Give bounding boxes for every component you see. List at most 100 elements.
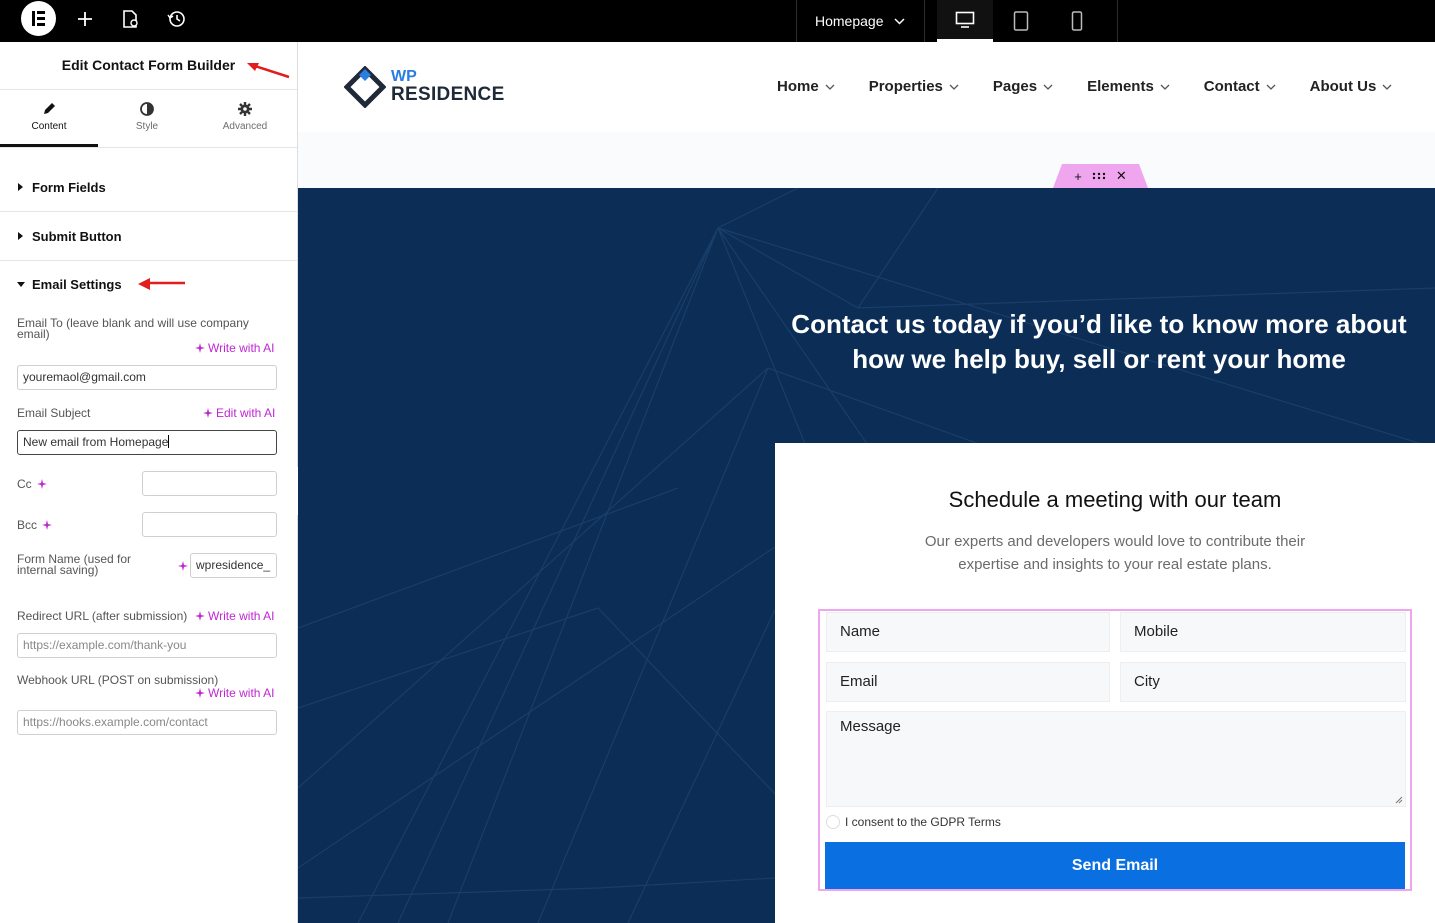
nav-item-properties[interactable]: Properties: [869, 78, 959, 95]
chevron-down-icon: [949, 84, 959, 90]
caret-right-icon: [18, 232, 23, 240]
card-subtitle: Our experts and developers would love to…: [924, 533, 1306, 573]
nav-item-contact[interactable]: Contact: [1204, 78, 1276, 95]
add-section-icon[interactable]: +: [1074, 169, 1082, 184]
tablet-icon[interactable]: [993, 0, 1049, 42]
half-circle-icon: [140, 102, 154, 116]
site-logo[interactable]: WP RESIDENCE: [344, 66, 504, 110]
tab-advanced[interactable]: Advanced: [196, 90, 294, 147]
close-icon[interactable]: ✕: [1116, 168, 1127, 184]
chevron-down-icon: [1043, 84, 1053, 90]
email-to-input[interactable]: youremaol@gmail.com: [17, 365, 277, 390]
bcc-label: Bcc: [17, 518, 38, 532]
sparkle-icon[interactable]: [178, 561, 188, 571]
chevron-down-icon: [1266, 84, 1276, 90]
email-subject-input[interactable]: New email from Homepage: [17, 430, 277, 455]
mobile-field[interactable]: Mobile: [1120, 612, 1406, 652]
sparkle-icon: [195, 343, 205, 353]
form-name-input[interactable]: wpresidence_: [190, 553, 277, 578]
gdpr-consent[interactable]: I consent to the GDPR Terms: [826, 815, 1001, 829]
section-email-settings-label: Email Settings: [32, 277, 122, 292]
hero-title: Contact us today if you’d like to know m…: [791, 309, 1407, 374]
tab-content[interactable]: Content: [0, 90, 98, 147]
nav-label: Pages: [992, 78, 1038, 95]
write-with-ai-label: Write with AI: [208, 341, 275, 355]
contact-form: Name Mobile Email City Message I consent…: [818, 609, 1412, 891]
nav-label: Elements: [1087, 78, 1154, 95]
email-subject-value: New email from Homepage: [23, 435, 169, 449]
form-name-label: Form Name (used for internal saving): [17, 552, 132, 577]
diamond-logo-icon: [344, 66, 386, 108]
history-icon[interactable]: [163, 7, 191, 31]
logo-text-bottom: RESIDENCE: [391, 84, 505, 105]
mobile-icon[interactable]: [1049, 0, 1105, 42]
message-placeholder: Message: [840, 718, 901, 735]
consent-label: I consent to the GDPR Terms: [845, 815, 1001, 829]
page-selector[interactable]: Homepage: [796, 0, 925, 42]
page-selector-label: Homepage: [815, 13, 884, 29]
section-form-fields-label: Form Fields: [32, 180, 106, 195]
sparkle-icon: [195, 688, 205, 698]
write-with-ai-link[interactable]: Write with AI: [195, 341, 274, 355]
editor-topbar: Homepage: [0, 0, 1435, 42]
spacer-section: [298, 132, 1435, 188]
page-settings-icon[interactable]: [116, 7, 144, 31]
tab-style[interactable]: Style: [98, 90, 196, 147]
consent-checkbox[interactable]: [826, 815, 840, 829]
email-field[interactable]: Email: [826, 662, 1110, 702]
section-form-fields[interactable]: Form Fields: [0, 163, 297, 212]
sparkle-icon: [195, 611, 205, 621]
device-switcher: [925, 0, 1118, 42]
nav-item-elements[interactable]: Elements: [1087, 78, 1170, 95]
redirect-url-input[interactable]: https://example.com/thank-you: [17, 633, 277, 658]
section-submit-button[interactable]: Submit Button: [0, 212, 297, 261]
cc-label-row: Cc: [17, 478, 47, 490]
nav-label: About Us: [1309, 78, 1377, 95]
tab-content-label: Content: [31, 121, 67, 132]
plus-icon[interactable]: [71, 7, 99, 31]
write-with-ai-label: Write with AI: [208, 609, 275, 623]
chevron-down-icon: [1160, 84, 1170, 90]
card-title: Schedule a meeting with our team: [948, 487, 1282, 512]
webhook-url-label: Webhook URL (POST on submission): [17, 673, 219, 687]
nav-item-home[interactable]: Home: [777, 78, 835, 95]
contact-card: Schedule a meeting with our team Our exp…: [775, 443, 1435, 923]
elementor-logo-icon[interactable]: [21, 1, 56, 36]
name-field[interactable]: Name: [826, 612, 1110, 652]
message-field[interactable]: Message: [826, 711, 1406, 807]
chevron-down-icon: [893, 17, 905, 25]
section-submit-button-label: Submit Button: [32, 229, 122, 244]
send-email-button[interactable]: Send Email: [825, 842, 1405, 889]
bcc-label-row: Bcc: [17, 518, 53, 532]
nav-item-about-us[interactable]: About Us: [1310, 78, 1393, 95]
redirect-url-label: Redirect URL (after submission): [17, 609, 188, 623]
webhook-url-input[interactable]: https://hooks.example.com/contact: [17, 710, 277, 735]
edit-with-ai-link[interactable]: Edit with AI: [203, 406, 275, 420]
pencil-icon: [44, 103, 55, 114]
site-header: WP RESIDENCE Home Properties Pages Eleme…: [298, 42, 1435, 132]
write-with-ai-link[interactable]: Write with AI: [195, 686, 274, 700]
nav-label: Properties: [868, 78, 943, 95]
bcc-input[interactable]: [142, 512, 277, 537]
nav-item-pages[interactable]: Pages: [993, 78, 1053, 95]
cc-label: Cc: [17, 477, 32, 491]
site-nav: Home Properties Pages Elements Contact A…: [777, 78, 1392, 95]
email-subject-label: Email Subject: [17, 406, 91, 420]
desktop-icon[interactable]: [937, 0, 993, 42]
sparkle-icon: [203, 408, 213, 418]
drag-handle-icon[interactable]: [1092, 172, 1106, 180]
cc-input[interactable]: [142, 471, 277, 496]
annotation-arrow: [138, 278, 185, 290]
annotation-arrow: [247, 63, 290, 79]
preview-canvas: WP RESIDENCE Home Properties Pages Eleme…: [298, 42, 1435, 923]
write-with-ai-link[interactable]: Write with AI: [195, 609, 274, 623]
resize-handle-icon[interactable]: [1395, 796, 1403, 804]
email-to-label: Email To (leave blank and will use compa…: [17, 316, 249, 341]
sparkle-icon[interactable]: [42, 520, 53, 530]
text-caret: [168, 435, 170, 448]
write-with-ai-label: Write with AI: [208, 686, 275, 700]
sparkle-icon[interactable]: [36, 479, 47, 489]
section-handle[interactable]: + ✕: [1053, 164, 1148, 188]
caret-right-icon: [18, 183, 23, 191]
city-field[interactable]: City: [1120, 662, 1406, 702]
